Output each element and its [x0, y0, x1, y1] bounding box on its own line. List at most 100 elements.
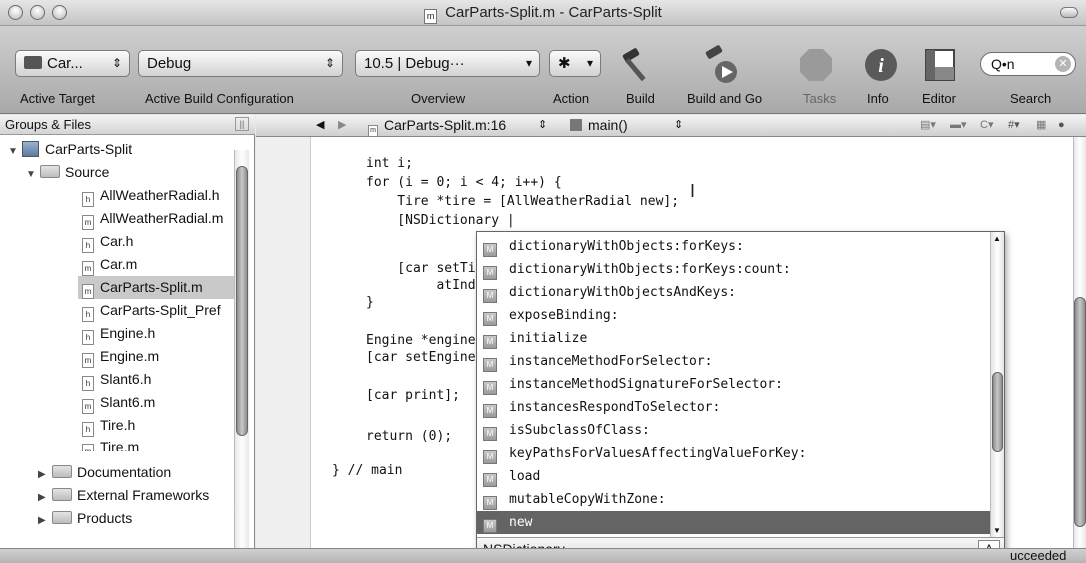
file-item[interactable]: m AllWeatherRadial.m — [82, 207, 223, 230]
search-field-value: Q•n — [991, 56, 1015, 72]
sidebar-scrollbar[interactable] — [234, 150, 249, 548]
includes-icon[interactable]: #▾ — [1008, 115, 1020, 136]
scroll-down-icon[interactable]: ▼ — [993, 526, 1001, 535]
breakpoints-icon[interactable]: ▬▾ — [950, 115, 967, 136]
tree-item-external-frameworks[interactable]: ▶ External Frameworks — [38, 484, 209, 507]
completion-item[interactable]: MdictionaryWithObjects:forKeys:count: — [477, 258, 991, 281]
forward-arrow-icon[interactable]: ▶ — [338, 115, 346, 136]
tree-item-products[interactable]: ▶ Products — [38, 507, 132, 530]
disclosure-closed-icon[interactable]: ▶ — [38, 509, 52, 532]
completion-item-label: initialize — [509, 331, 588, 346]
search-field[interactable]: Q•n ✕ — [980, 52, 1076, 76]
scroll-up-icon[interactable]: ▲ — [993, 234, 1001, 243]
file-item[interactable]: h Engine.h — [82, 322, 155, 345]
tasks-button[interactable] — [795, 44, 837, 86]
source-file-icon: m — [82, 353, 94, 368]
completion-scroll-thumb[interactable] — [992, 372, 1003, 452]
file-item[interactable]: m Engine.m — [82, 345, 159, 368]
file-item-selected[interactable]: m CarParts-Split.m — [78, 276, 234, 299]
file-item[interactable]: m Slant6.m — [82, 391, 155, 414]
folder-icon — [40, 165, 60, 178]
file-item-label: Tire.h — [100, 417, 136, 433]
active-target-caption: Active Target — [20, 91, 95, 106]
build-caption: Build — [626, 91, 655, 106]
action-button[interactable]: ✱ ▾ — [549, 50, 601, 77]
tree-item-project[interactable]: ▼ CarParts-Split — [8, 138, 132, 161]
editor-gutter — [256, 137, 311, 548]
completion-item[interactable]: MkeyPathsForValuesAffectingValueForKey: — [477, 442, 991, 465]
completion-item[interactable]: MdictionaryWithObjectsAndKeys: — [477, 281, 991, 304]
completion-item[interactable]: Mload — [477, 465, 991, 488]
editor-scroll-thumb[interactable] — [1074, 297, 1086, 527]
build-and-go-button[interactable] — [702, 44, 744, 86]
window-title-text: CarParts-Split.m - CarParts-Split — [445, 4, 662, 21]
classes-icon[interactable]: C▾ — [980, 115, 993, 136]
popup-arrows-icon: ⇕ — [674, 119, 684, 131]
completion-item[interactable]: MinstanceMethodForSelector: — [477, 350, 991, 373]
disclosure-closed-icon[interactable]: ▶ — [38, 486, 52, 509]
lock-icon[interactable]: ● — [1058, 115, 1065, 136]
file-item[interactable]: h Tire.h — [82, 414, 135, 437]
function-popup[interactable]: main() — [570, 115, 628, 136]
tree-item-label: CarParts-Split — [45, 141, 133, 157]
code-line: [car print]; — [366, 388, 460, 403]
active-build-config-popup[interactable]: Debug ⇕ — [138, 50, 343, 77]
info-button[interactable]: i — [860, 44, 902, 86]
completion-item[interactable]: MexposeBinding: — [477, 304, 991, 327]
back-arrow-icon[interactable]: ◀ — [316, 115, 324, 136]
file-item[interactable]: h Slant6.h — [82, 368, 151, 391]
sidebar-scroll-thumb[interactable] — [236, 166, 248, 436]
folder-icon — [52, 488, 72, 501]
chevron-down-icon: ▾ — [586, 56, 593, 70]
file-item[interactable]: m Car.m — [82, 253, 137, 276]
toolbar: Car... ⇕ Debug ⇕ 10.5 | Debug··· ▾ ✱ ▾ i… — [0, 26, 1086, 114]
tree-item-label: Source — [65, 164, 110, 180]
file-item[interactable]: m Tire.m — [82, 437, 139, 451]
disclosure-open-icon[interactable]: ▼ — [8, 140, 22, 163]
completion-item-label: instanceMethodSignatureForSelector: — [509, 377, 783, 392]
method-icon: M — [483, 289, 497, 303]
function-icon — [570, 119, 582, 131]
file-item-label: Slant6.m — [100, 394, 156, 410]
editor-scrollbar[interactable] — [1073, 137, 1086, 548]
file-item[interactable]: h Car.h — [82, 230, 133, 253]
tasks-caption: Tasks — [803, 91, 837, 106]
completion-item[interactable]: MinstancesRespondToSelector: — [477, 396, 991, 419]
editor-button[interactable] — [919, 44, 961, 86]
completion-item-selected[interactable]: Mnew — [477, 511, 991, 534]
file-item-label: CarParts-Split.m — [100, 279, 203, 295]
disclosure-open-icon[interactable]: ▼ — [26, 163, 40, 186]
file-history-popup[interactable]: m CarParts-Split.m:16 — [368, 115, 506, 137]
counterparts-icon[interactable]: ▦ — [1036, 115, 1046, 136]
bookmarks-icon[interactable]: ▤▾ — [920, 115, 936, 136]
completion-item[interactable]: MmutableCopyWithZone: — [477, 488, 991, 511]
active-target-popup[interactable]: Car... ⇕ — [15, 50, 130, 77]
completion-item[interactable]: MinstanceMethodSignatureForSelector: — [477, 373, 991, 396]
completion-item[interactable]: MisSubclassOfClass: — [477, 419, 991, 442]
sidebar-resize-icon[interactable]: || — [235, 117, 249, 131]
header-file-icon: h — [82, 330, 94, 345]
file-item[interactable]: h CarParts-Split_Pref — [82, 299, 234, 322]
file-item[interactable]: h AllWeatherRadial.h — [82, 184, 220, 207]
source-file-icon: m — [82, 399, 94, 414]
source-file-icon: m — [82, 444, 94, 451]
completion-scrollbar[interactable]: ▲ ▼ — [990, 232, 1004, 537]
active-target-value: Car... — [47, 55, 83, 72]
code-completion-popup[interactable]: MdictionaryWithObjects:forKeys: Mdiction… — [476, 231, 1005, 562]
status-bar: ucceeded — [0, 548, 1086, 563]
editor-navigation-bar: ◀ ▶ m CarParts-Split.m:16 ⇕ main() ⇕ ▤▾ ▬… — [256, 115, 1086, 137]
build-button[interactable] — [618, 44, 660, 86]
completion-item-label: mutableCopyWithZone: — [509, 492, 666, 507]
tree-item-source[interactable]: ▼ Source — [26, 161, 109, 184]
tree-item-documentation[interactable]: ▶ Documentation — [38, 461, 171, 484]
toolbar-toggle-button[interactable] — [1060, 7, 1078, 18]
disclosure-closed-icon[interactable]: ▶ — [38, 463, 52, 486]
completion-item[interactable]: MdictionaryWithObjects:forKeys: — [477, 235, 991, 258]
nav-file-label: CarParts-Split.m:16 — [384, 117, 507, 133]
clear-search-icon[interactable]: ✕ — [1055, 56, 1071, 72]
gear-icon: ✱ — [558, 55, 571, 72]
completion-item-label: keyPathsForValuesAffectingValueForKey: — [509, 446, 807, 461]
overview-popup[interactable]: 10.5 | Debug··· ▾ — [355, 50, 540, 77]
completion-item-label: dictionaryWithObjectsAndKeys: — [509, 285, 736, 300]
completion-item[interactable]: Minitialize — [477, 327, 991, 350]
